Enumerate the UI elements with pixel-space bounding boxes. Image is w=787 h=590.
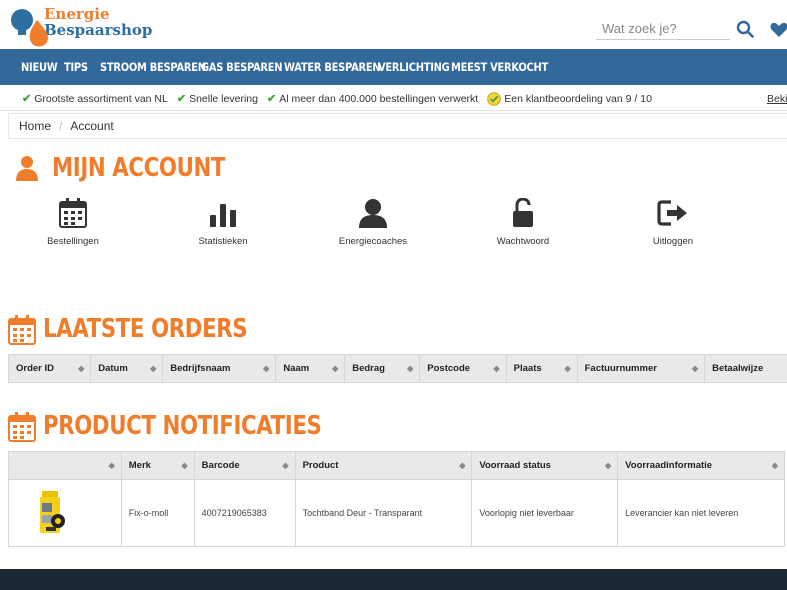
sort-icon: ◆	[407, 364, 414, 373]
column-header[interactable]: Voorraad status ◆	[471, 451, 619, 480]
usp-link[interactable]: Beki	[767, 93, 787, 105]
column-header[interactable]: Bedrag ◆	[344, 354, 421, 383]
check-icon: ✔	[22, 93, 32, 105]
tile-label: Energiecoaches	[338, 236, 408, 247]
cell-merk: Fix-o-moll	[120, 479, 195, 547]
bulb-logo-icon	[10, 6, 52, 50]
tile-statistieken[interactable]: Statistieken	[173, 198, 273, 247]
column-header[interactable]: Factuurnummer ◆	[576, 354, 706, 383]
nav-item-verlichting[interactable]: VERLICHTING	[378, 60, 450, 74]
site-footer	[0, 569, 787, 590]
nav-item-meest-verkocht[interactable]: MEEST VERKOCHT	[451, 60, 548, 74]
nav-item-gas-besparen[interactable]: GAS BESPAREN	[201, 60, 283, 74]
cell-barcode: 4007219065383	[193, 479, 296, 547]
tile-label: Bestellingen	[47, 236, 99, 247]
breadcrumb: Home / Account	[8, 113, 787, 139]
table-row[interactable]: Fix-o-moll 4007219065383 Tochtband Deur …	[8, 479, 785, 547]
usp-bar: ✔ Grootste assortiment van NL ✔ Snelle lev…	[0, 87, 787, 111]
sort-icon: ◆	[605, 461, 612, 470]
sort-icon: ◆	[493, 364, 500, 373]
sort-icon: ◆	[78, 364, 85, 373]
sort-icon: ◆	[263, 364, 270, 373]
column-header[interactable]: ◆	[8, 451, 122, 480]
tile-energiecoaches[interactable]: Energiecoaches	[323, 198, 423, 247]
table-header-row: Order ID ◆ Datum ◆ Bedrijfsnaam ◆ Naam ◆ Bed…	[7, 354, 787, 383]
sort-icon: ◆	[282, 461, 289, 470]
sort-icon: ◆	[150, 364, 157, 373]
usp-item: ✔ Snelle levering	[176, 92, 258, 106]
table-header-row: ◆ Merk ◆ Barcode ◆ Product ◆ Voorraad statu…	[8, 451, 785, 480]
breadcrumb-home[interactable]: Home	[19, 119, 51, 133]
usp-item: Een klantbeoordeling van 9 / 10	[487, 91, 652, 106]
bar-chart-icon	[210, 204, 236, 227]
check-icon: ✔	[266, 93, 277, 105]
page-title: MIJN ACCOUNT	[52, 153, 226, 183]
breadcrumb-separator: /	[59, 119, 63, 133]
sort-icon: ◆	[564, 364, 571, 373]
unlock-icon	[513, 198, 533, 227]
sort-icon: ◆	[108, 461, 115, 470]
usp-item: ✔ Grootste assortiment van NL	[22, 92, 168, 106]
site-header: Energie Bespaarshop	[0, 0, 787, 50]
column-header[interactable]: Plaats ◆	[505, 354, 578, 383]
calendar-icon	[8, 412, 36, 442]
column-header[interactable]: Betaalwijze◆	[704, 354, 787, 383]
person-icon	[359, 199, 387, 228]
usp-item: ✔ Al meer dan 400.000 bestellingen verwer…	[266, 92, 479, 106]
main-nav: NIEUW TIPS STROOM BESPAREN GAS BESPAREN …	[0, 49, 787, 85]
column-header[interactable]: Naam ◆	[275, 354, 346, 383]
column-header[interactable]: Order ID ◆	[7, 354, 92, 383]
column-header[interactable]: Product ◆	[294, 451, 473, 480]
sort-icon: ◆	[459, 461, 466, 470]
orders-table: Order ID ◆ Datum ◆ Bedrijfsnaam ◆ Naam ◆ Bed…	[7, 354, 787, 383]
column-header[interactable]: Datum ◆	[90, 354, 164, 383]
brand-line2: Bespaarshop	[44, 21, 153, 39]
nav-item-tips[interactable]: TIPS	[64, 60, 95, 74]
column-header[interactable]: Bedrijfsnaam ◆	[162, 354, 277, 383]
tile-label: Statistieken	[198, 236, 248, 247]
sort-icon: ◆	[181, 461, 188, 470]
sort-icon: ◆	[691, 364, 699, 373]
nav-item-water-besparen[interactable]: WATER BESPAREN	[284, 60, 381, 74]
tile-uitloggen[interactable]: Uitloggen	[623, 198, 723, 247]
tile-bestellingen[interactable]: Bestellingen	[23, 198, 123, 247]
cell-info: Leverancier kan niet leveren	[617, 479, 785, 547]
calendar-icon	[59, 198, 87, 228]
search-input[interactable]	[596, 18, 730, 40]
logout-icon	[657, 200, 687, 226]
cell-product: Tochtband Deur - Transparant	[294, 479, 473, 547]
notifications-table: ◆ Merk ◆ Barcode ◆ Product ◆ Voorraad statu…	[8, 451, 785, 547]
breadcrumb-current: Account	[70, 119, 114, 133]
brand-line1: Energie	[44, 5, 110, 23]
nav-item-nieuw[interactable]: NIEUW	[21, 60, 58, 74]
nav-item-stroom-besparen[interactable]: STROOM BESPAREN	[100, 60, 206, 74]
calendar-icon	[8, 315, 36, 345]
orders-title: LAATSTE ORDERS	[43, 314, 248, 344]
tile-label: Uitloggen	[652, 236, 694, 247]
column-header[interactable]: Merk ◆	[120, 451, 195, 480]
column-header[interactable]: Voorraadinformatie ◆	[617, 451, 785, 480]
sort-icon: ◆	[771, 461, 778, 470]
column-header[interactable]: Postcode ◆	[419, 354, 507, 383]
rating-badge-icon	[487, 91, 502, 106]
tile-label: Wachtwoord	[496, 236, 550, 247]
product-image[interactable]	[38, 491, 68, 535]
product-image-cell	[8, 479, 122, 547]
tile-wachtwoord[interactable]: Wachtwoord	[473, 198, 573, 247]
search-icon[interactable]	[736, 20, 756, 40]
heart-icon[interactable]	[770, 22, 787, 40]
user-icon	[16, 155, 38, 181]
column-header[interactable]: Barcode ◆	[193, 451, 296, 480]
logo[interactable]: Energie Bespaarshop	[10, 6, 152, 50]
notifications-title: PRODUCT NOTIFICATIES	[43, 411, 322, 441]
cell-status: Voorlopig niet leverbaar	[471, 479, 619, 547]
check-icon: ✔	[176, 93, 187, 105]
sort-icon: ◆	[332, 364, 339, 373]
